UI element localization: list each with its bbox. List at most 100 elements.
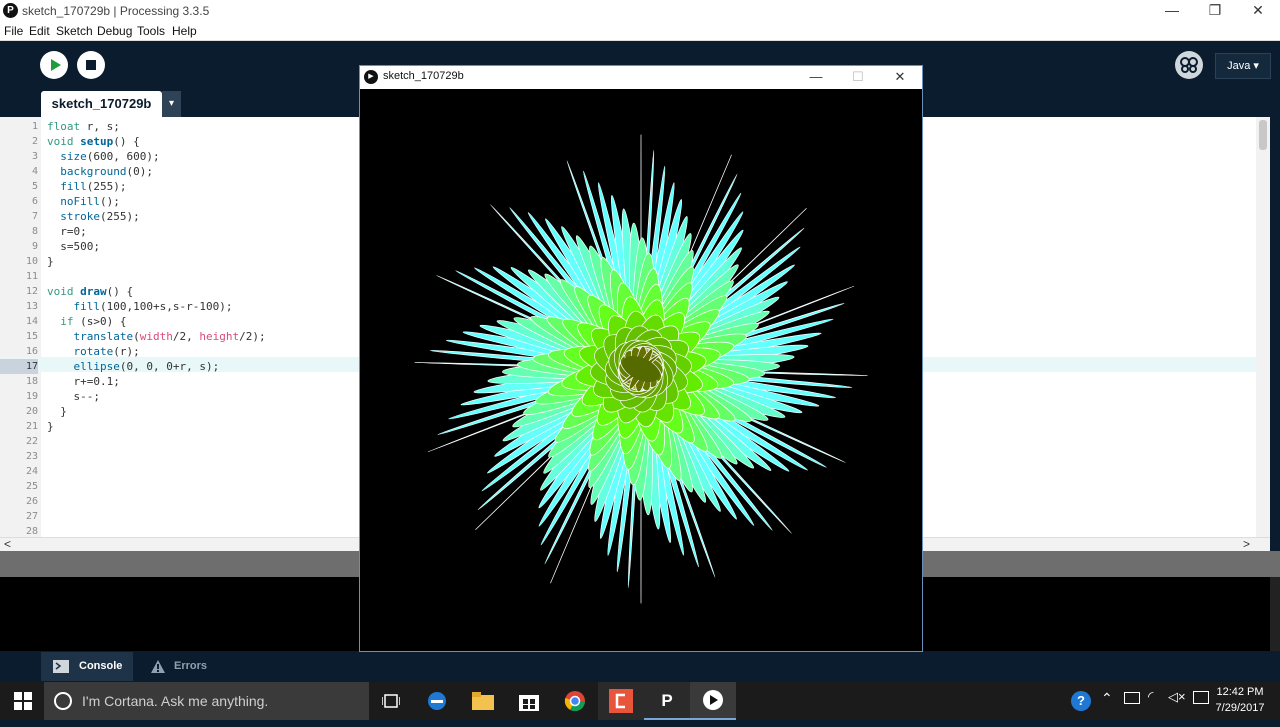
menu-file[interactable]: File [4,24,23,38]
minimize-button[interactable]: — [1150,0,1194,22]
butterfly-icon [1175,51,1203,79]
notification-icon[interactable] [1193,691,1209,704]
task-view-icon[interactable] [368,682,414,720]
battery-icon[interactable] [1124,692,1140,704]
line-number: 26 [0,494,38,509]
code-line[interactable]: translate(width/2, height/2); [47,329,266,344]
stop-icon [77,51,105,79]
menu-sketch[interactable]: Sketch [56,24,93,38]
errors-label: Errors [174,652,207,681]
run-button[interactable] [40,51,68,79]
spiral-artwork [360,89,922,651]
edge-icon[interactable] [414,682,460,720]
volume-icon[interactable]: ◁× [1168,689,1186,705]
sketch-window-title: sketch_170729b [383,70,464,82]
help-icon[interactable]: ? [1071,691,1091,711]
line-number: 5 [0,179,38,194]
console-icon [53,660,69,673]
scroll-left-arrow[interactable]: < [4,537,11,551]
menu-tools[interactable]: Tools [137,24,165,38]
line-number: 8 [0,224,38,239]
line-number: 11 [0,269,38,284]
code-line[interactable]: } [47,419,54,434]
line-number: 12 [0,284,38,299]
tab-errors[interactable]: Errors [140,652,220,681]
sketch-minimize-button[interactable]: — [795,66,837,88]
line-number: 2 [0,134,38,149]
menu-debug[interactable]: Debug [97,24,132,38]
line-number: 3 [0,149,38,164]
sketch-running-icon[interactable] [690,682,736,720]
code-line[interactable]: ellipse(0, 0, 0+r, s); [47,359,219,374]
code-line[interactable]: } [47,404,67,419]
code-line[interactable]: s=500; [47,239,100,254]
tab-menu-button[interactable]: ▾ [162,91,181,117]
code-line[interactable]: r+=0.1; [47,374,120,389]
cortana-search-box[interactable]: I'm Cortana. Ask me anything. [44,682,369,720]
code-line[interactable]: rotate(r); [47,344,140,359]
close-button[interactable]: ✕ [1236,0,1280,22]
line-number: 4 [0,164,38,179]
menu-help[interactable]: Help [172,24,197,38]
code-line[interactable]: } [47,254,54,269]
code-line[interactable]: void draw() { [47,284,133,299]
line-number: 15 [0,329,38,344]
windows-start-icon[interactable] [0,682,46,720]
show-hidden-icons[interactable]: ⌃ [1101,690,1113,707]
line-number: 1 [0,119,38,134]
scrollbar-thumb[interactable] [1259,120,1267,150]
store-icon[interactable] [506,682,552,720]
tab-sketch[interactable]: sketch_170729b [41,91,162,117]
line-number: 24 [0,464,38,479]
console-scrollbar[interactable] [1270,577,1280,651]
code-line[interactable]: fill(100,100+s,s-r-100); [47,299,232,314]
scroll-right-arrow[interactable]: > [1243,537,1250,551]
line-number: 13 [0,299,38,314]
line-number: 9 [0,239,38,254]
code-line[interactable]: float r, s; [47,119,120,134]
code-line[interactable]: fill(255); [47,179,127,194]
play-icon [40,51,68,79]
sketch-maximize-button[interactable]: ☐ [837,66,879,88]
chrome-icon[interactable] [552,682,598,720]
line-number: 17 [0,359,38,374]
line-number: 10 [0,254,38,269]
line-number: 21 [0,419,38,434]
search-placeholder: I'm Cortana. Ask me anything. [82,682,268,720]
processing-icon[interactable]: P [644,682,690,720]
code-line[interactable]: stroke(255); [47,209,140,224]
line-number: 16 [0,344,38,359]
stop-button[interactable] [77,51,105,79]
code-line[interactable]: s--; [47,389,100,404]
code-line[interactable]: noFill(); [47,194,120,209]
vertical-scrollbar[interactable] [1256,117,1270,537]
code-line[interactable]: r=0; [47,224,87,239]
file-explorer-icon[interactable] [460,682,506,720]
app-icon[interactable] [598,682,644,720]
line-number: 20 [0,404,38,419]
console-label: Console [79,652,122,681]
line-number: 19 [0,389,38,404]
line-number: 25 [0,479,38,494]
menu-edit[interactable]: Edit [29,24,50,38]
line-number: 6 [0,194,38,209]
line-number: 18 [0,374,38,389]
processing-logo-icon: P [3,3,18,18]
sketch-close-button[interactable]: ✕ [879,66,921,88]
code-line[interactable]: if (s>0) { [47,314,126,329]
warning-icon [150,659,166,674]
line-number: 23 [0,449,38,464]
debugger-icon[interactable] [1175,51,1203,79]
code-line[interactable]: void setup() { [47,134,140,149]
mode-selector[interactable]: Java ▾ [1215,53,1271,79]
sketch-app-icon: ▶ [364,70,378,84]
sketch-canvas[interactable] [360,89,922,651]
code-line[interactable]: size(600, 600); [47,149,160,164]
code-line[interactable]: background(0); [47,164,153,179]
wifi-icon[interactable]: ◜ [1148,688,1153,705]
restore-button[interactable]: ❐ [1193,0,1237,22]
tab-console[interactable]: Console [41,652,133,681]
clock-date[interactable]: 7/29/2017 [1210,702,1270,714]
clock-time[interactable]: 12:42 PM [1210,686,1270,698]
window-title: sketch_170729b | Processing 3.3.5 [22,4,209,18]
